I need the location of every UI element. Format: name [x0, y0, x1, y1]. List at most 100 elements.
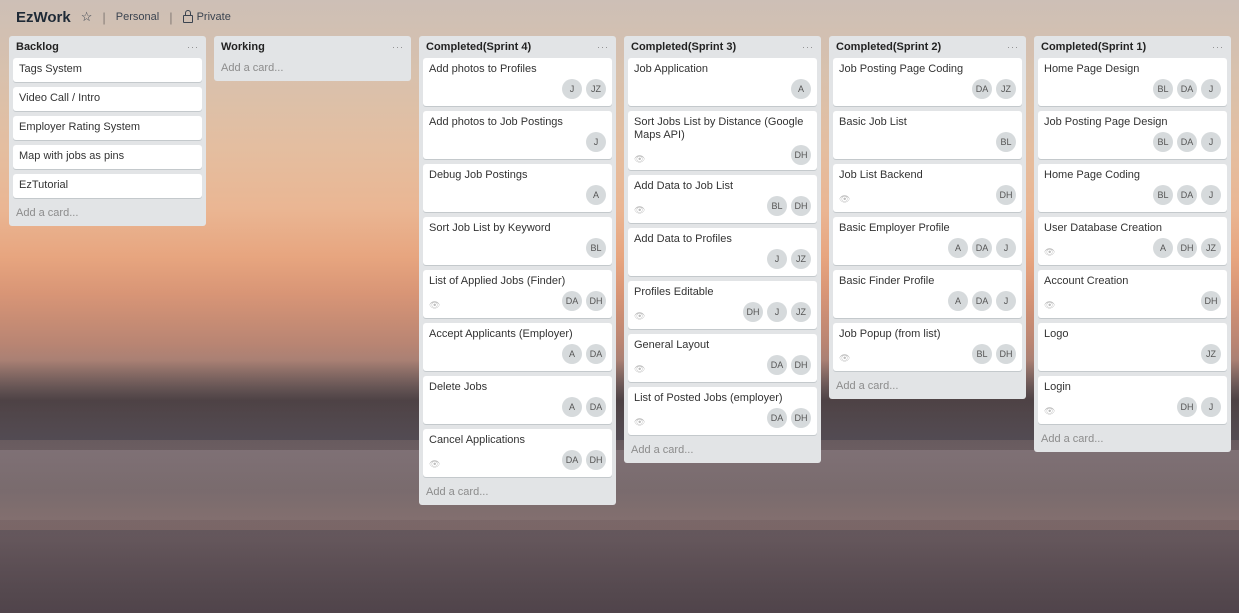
card[interactable]: Job List Backend 👁 DH — [833, 164, 1022, 212]
avatar[interactable]: JZ — [1201, 344, 1221, 364]
avatar[interactable]: J — [767, 302, 787, 322]
card[interactable]: Accept Applicants (Employer) A DA — [423, 323, 612, 371]
card[interactable]: Job Application A — [628, 58, 817, 106]
avatar[interactable]: DA — [767, 355, 787, 375]
card[interactable]: Sort Jobs List by Distance (Google Maps … — [628, 111, 817, 170]
visibility-button[interactable]: Private — [182, 10, 231, 23]
avatar[interactable]: J — [1201, 79, 1221, 99]
avatar[interactable]: JZ — [586, 79, 606, 99]
workspace-button[interactable]: Personal — [116, 11, 159, 23]
avatar[interactable]: DH — [791, 145, 811, 165]
list-title[interactable]: Working — [221, 41, 265, 53]
list-title[interactable]: Completed(Sprint 3) — [631, 41, 736, 53]
card[interactable]: List of Applied Jobs (Finder) 👁 DA DH — [423, 270, 612, 318]
list-menu-icon[interactable]: ··· — [597, 42, 609, 52]
card[interactable]: User Database Creation 👁 A DH JZ — [1038, 217, 1227, 265]
add-card-button[interactable]: Add a card... — [628, 440, 817, 459]
list-title[interactable]: Completed(Sprint 1) — [1041, 41, 1146, 53]
card[interactable]: Delete Jobs A DA — [423, 376, 612, 424]
avatar[interactable]: A — [562, 397, 582, 417]
avatar[interactable]: DH — [586, 291, 606, 311]
add-card-button[interactable]: Add a card... — [833, 376, 1022, 395]
card[interactable]: Basic Finder Profile A DA J — [833, 270, 1022, 318]
card[interactable]: List of Posted Jobs (employer) 👁 DA DH — [628, 387, 817, 435]
card[interactable]: Logo JZ — [1038, 323, 1227, 371]
avatar[interactable]: DA — [1177, 185, 1197, 205]
avatar[interactable]: DH — [1201, 291, 1221, 311]
avatar[interactable]: DA — [767, 408, 787, 428]
avatar[interactable]: BL — [1153, 132, 1173, 152]
avatar[interactable]: DA — [1177, 79, 1197, 99]
avatar[interactable]: J — [586, 132, 606, 152]
card[interactable]: Basic Job List BL — [833, 111, 1022, 159]
add-card-button[interactable]: Add a card... — [13, 203, 202, 222]
card[interactable]: Login 👁 DH J — [1038, 376, 1227, 424]
card[interactable]: Add photos to Job Postings J — [423, 111, 612, 159]
card[interactable]: Profiles Editable 👁 DH J JZ — [628, 281, 817, 329]
card[interactable]: Home Page Coding BL DA J — [1038, 164, 1227, 212]
card[interactable]: Job Posting Page Design BL DA J — [1038, 111, 1227, 159]
avatar[interactable]: A — [1153, 238, 1173, 258]
card[interactable]: General Layout 👁 DA DH — [628, 334, 817, 382]
star-icon[interactable]: ☆ — [81, 9, 93, 25]
add-card-button[interactable]: Add a card... — [218, 58, 407, 77]
list-title[interactable]: Backlog — [16, 41, 59, 53]
avatar[interactable]: BL — [586, 238, 606, 258]
card[interactable]: Map with jobs as pins — [13, 145, 202, 169]
avatar[interactable]: A — [791, 79, 811, 99]
avatar[interactable]: DA — [972, 238, 992, 258]
list-menu-icon[interactable]: ··· — [392, 42, 404, 52]
card[interactable]: Add photos to Profiles J JZ — [423, 58, 612, 106]
board-title[interactable]: EzWork — [16, 9, 71, 26]
card[interactable]: Job Posting Page Coding DA JZ — [833, 58, 1022, 106]
avatar[interactable]: DH — [996, 185, 1016, 205]
card[interactable]: Basic Employer Profile A DA J — [833, 217, 1022, 265]
card[interactable]: Add Data to Job List 👁 BL DH — [628, 175, 817, 223]
avatar[interactable]: J — [996, 291, 1016, 311]
avatar[interactable]: DH — [791, 355, 811, 375]
avatar[interactable]: BL — [767, 196, 787, 216]
avatar[interactable]: JZ — [791, 302, 811, 322]
card[interactable]: Tags System — [13, 58, 202, 82]
list-menu-icon[interactable]: ··· — [1212, 42, 1224, 52]
avatar[interactable]: JZ — [996, 79, 1016, 99]
avatar[interactable]: A — [586, 185, 606, 205]
card[interactable]: Debug Job Postings A — [423, 164, 612, 212]
card[interactable]: Home Page Design BL DA J — [1038, 58, 1227, 106]
avatar[interactable]: BL — [996, 132, 1016, 152]
avatar[interactable]: J — [562, 79, 582, 99]
list-title[interactable]: Completed(Sprint 4) — [426, 41, 531, 53]
list-menu-icon[interactable]: ··· — [802, 42, 814, 52]
card[interactable]: Employer Rating System — [13, 116, 202, 140]
list-title[interactable]: Completed(Sprint 2) — [836, 41, 941, 53]
avatar[interactable]: DA — [562, 291, 582, 311]
avatar[interactable]: DA — [586, 344, 606, 364]
card[interactable]: Video Call / Intro — [13, 87, 202, 111]
avatar[interactable]: DH — [743, 302, 763, 322]
avatar[interactable]: J — [767, 249, 787, 269]
avatar[interactable]: A — [948, 291, 968, 311]
card[interactable]: Job Popup (from list) 👁 BL DH — [833, 323, 1022, 371]
avatar[interactable]: DA — [972, 291, 992, 311]
avatar[interactable]: DH — [1177, 238, 1197, 258]
avatar[interactable]: J — [1201, 397, 1221, 417]
avatar[interactable]: JZ — [1201, 238, 1221, 258]
avatar[interactable]: A — [948, 238, 968, 258]
card[interactable]: Add Data to Profiles J JZ — [628, 228, 817, 276]
avatar[interactable]: DH — [791, 408, 811, 428]
avatar[interactable]: DH — [586, 450, 606, 470]
card[interactable]: Sort Job List by Keyword BL — [423, 217, 612, 265]
avatar[interactable]: DA — [1177, 132, 1197, 152]
card[interactable]: Account Creation 👁 DH — [1038, 270, 1227, 318]
avatar[interactable]: DA — [586, 397, 606, 417]
card[interactable]: EzTutorial — [13, 174, 202, 198]
avatar[interactable]: DA — [972, 79, 992, 99]
avatar[interactable]: DH — [791, 196, 811, 216]
avatar[interactable]: DA — [562, 450, 582, 470]
avatar[interactable]: DH — [996, 344, 1016, 364]
add-card-button[interactable]: Add a card... — [423, 482, 612, 501]
list-menu-icon[interactable]: ··· — [1007, 42, 1019, 52]
avatar[interactable]: A — [562, 344, 582, 364]
card[interactable]: Cancel Applications 👁 DA DH — [423, 429, 612, 477]
avatar[interactable]: BL — [972, 344, 992, 364]
